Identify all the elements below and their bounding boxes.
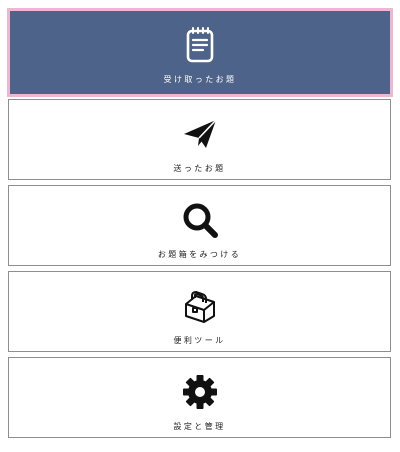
gear-icon [182,375,217,409]
menu-item-label: 受け取ったお題 [163,75,237,84]
notepad-icon [186,27,214,63]
toolbox-icon [184,291,215,323]
main-menu: 受け取ったお題 送ったお題 お題箱をみつける 便利ツール 設定と管理 [0,0,400,452]
menu-item-find-topic-boxes[interactable]: お題箱をみつける [8,185,391,266]
paper-plane-icon [183,119,217,148]
magnifier-icon [183,203,218,238]
menu-item-label: 便利ツール [173,336,226,345]
menu-item-settings-management[interactable]: 設定と管理 [8,357,391,438]
menu-item-received-topics[interactable]: 受け取ったお題 [7,8,393,97]
menu-item-label: 送ったお題 [173,164,226,173]
menu-item-sent-topics[interactable]: 送ったお題 [8,99,391,180]
menu-item-label: お題箱をみつける [157,250,242,259]
menu-item-label: 設定と管理 [173,422,226,431]
menu-item-handy-tools[interactable]: 便利ツール [8,271,391,352]
